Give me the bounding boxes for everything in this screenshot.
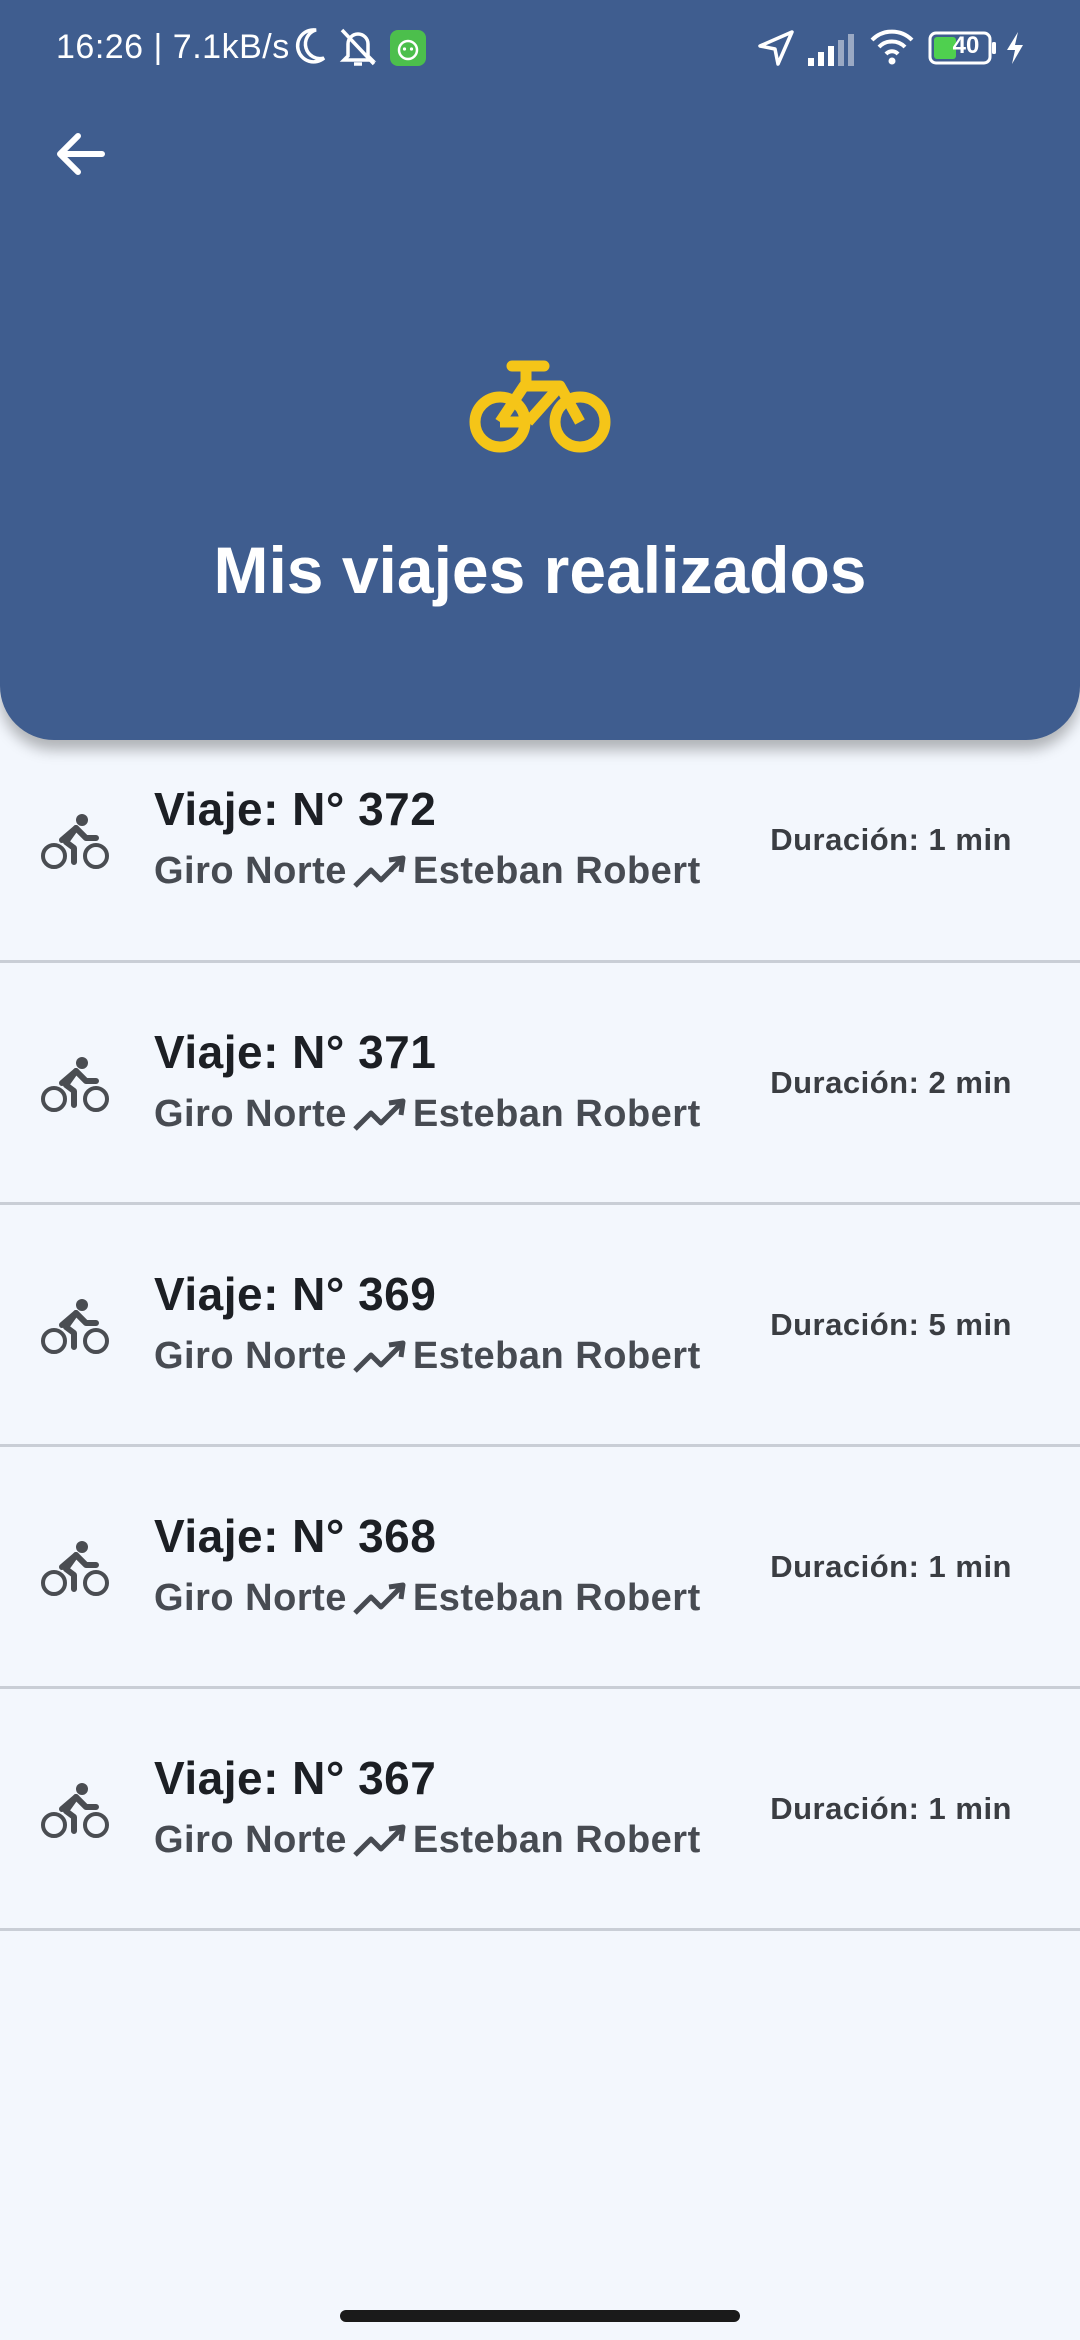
header: 16:26 | 7.1kB/s 40 Mis viajes realizados	[0, 0, 1080, 740]
arrow-left-icon	[57, 133, 105, 175]
signal-icon	[808, 34, 854, 66]
trip-origin: Giro Norte	[154, 850, 347, 892]
trip-route: Giro Norte Esteban Robert	[154, 1577, 701, 1620]
cycling-icon	[41, 814, 109, 869]
trip-route: Giro Norte Esteban Robert	[154, 850, 701, 893]
trip-title: Viaje: N° 369	[154, 1268, 437, 1320]
cycling-icon	[41, 1541, 109, 1596]
battery-level: 40	[952, 32, 980, 59]
status-bar: 16:26 | 7.1kB/s 40	[0, 0, 1080, 96]
trip-origin: Giro Norte	[154, 1577, 347, 1619]
list-item[interactable]: Viaje: N° 369 Giro Norte Esteban Robert …	[0, 1205, 1080, 1447]
trending-up-icon	[353, 1098, 406, 1131]
trip-list: Viaje: N° 372 Giro Norte Esteban Robert …	[0, 720, 1080, 1931]
list-item[interactable]: Viaje: N° 371 Giro Norte Esteban Robert …	[0, 963, 1080, 1205]
cycling-icon	[41, 1783, 109, 1838]
trip-destination: Esteban Robert	[412, 1093, 701, 1135]
trip-route: Giro Norte Esteban Robert	[154, 1819, 701, 1862]
trending-up-icon	[353, 855, 406, 888]
trip-route: Giro Norte Esteban Robert	[154, 1093, 701, 1136]
android-app-icon	[390, 30, 426, 66]
trip-title: Viaje: N° 372	[154, 783, 437, 835]
trip-origin: Giro Norte	[154, 1335, 347, 1377]
back-button[interactable]	[40, 114, 120, 194]
bicycle-icon	[469, 360, 611, 453]
trending-up-icon	[353, 1340, 406, 1373]
trip-title: Viaje: N° 371	[154, 1026, 437, 1078]
location-arrow-icon	[758, 30, 794, 66]
trip-origin: Giro Norte	[154, 1093, 347, 1135]
list-item[interactable]: Viaje: N° 367 Giro Norte Esteban Robert …	[0, 1689, 1080, 1931]
trip-title: Viaje: N° 367	[154, 1752, 437, 1804]
trip-duration: Duración: 2 min	[770, 1065, 1012, 1100]
wifi-icon	[870, 29, 914, 65]
list-item[interactable]: Viaje: N° 372 Giro Norte Esteban Robert …	[0, 720, 1080, 963]
trip-destination: Esteban Robert	[412, 850, 701, 892]
home-indicator[interactable]	[340, 2310, 740, 2322]
charging-icon	[1007, 32, 1023, 64]
page-title: Mis viajes realizados	[213, 533, 867, 607]
trip-title: Viaje: N° 368	[154, 1510, 437, 1562]
moon-icon	[295, 28, 326, 64]
list-item[interactable]: Viaje: N° 368 Giro Norte Esteban Robert …	[0, 1447, 1080, 1689]
trip-duration: Duración: 1 min	[770, 822, 1012, 857]
status-time: 16:26 | 7.1kB/s	[56, 28, 290, 66]
trip-route: Giro Norte Esteban Robert	[154, 1335, 701, 1378]
trending-up-icon	[353, 1824, 406, 1857]
trip-destination: Esteban Robert	[412, 1819, 701, 1861]
trip-origin: Giro Norte	[154, 1819, 347, 1861]
cycling-icon	[41, 1057, 109, 1112]
bell-off-icon	[339, 28, 377, 66]
trip-duration: Duración: 1 min	[770, 1549, 1012, 1584]
trip-duration: Duración: 5 min	[770, 1307, 1012, 1342]
trending-up-icon	[353, 1582, 406, 1615]
cycling-icon	[41, 1299, 109, 1354]
trip-destination: Esteban Robert	[412, 1577, 701, 1619]
trip-duration: Duración: 1 min	[770, 1791, 1012, 1826]
trip-destination: Esteban Robert	[412, 1335, 701, 1377]
